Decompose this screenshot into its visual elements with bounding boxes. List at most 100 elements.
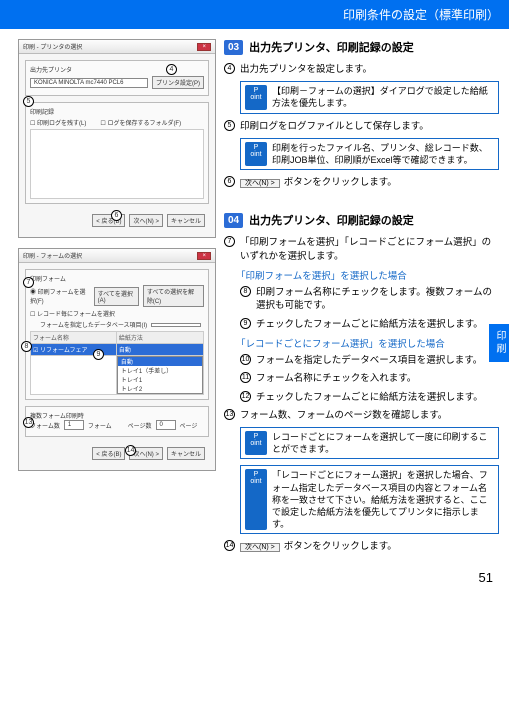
step-text: 印刷ログをログファイルとして保存します。 <box>240 120 499 133</box>
marker: 11 <box>240 372 251 383</box>
marker: 5 <box>224 120 235 131</box>
group-label: 印刷フォーム <box>30 274 204 283</box>
marker-13: 13 <box>23 417 34 428</box>
select-all-button[interactable]: すべてを選択(A) <box>94 287 139 306</box>
db-item-label: フォームを指定したデータベース項目(I) <box>40 320 147 329</box>
step-text: フォーム名称にチェックを入れます。 <box>256 372 499 385</box>
check-per-record[interactable]: ☐ レコード毎にフォームを選択 <box>30 309 115 318</box>
point-box: Point レコードごとにフォームを選択して一度に印刷することができます。 <box>240 427 499 459</box>
page-count: 0 <box>156 420 176 430</box>
point-icon: Point <box>245 469 267 530</box>
section-title: 出力先プリンタ、印刷記録の設定 <box>249 39 414 55</box>
marker: 8 <box>240 286 251 297</box>
section-title: 出力先プリンタ、印刷記録の設定 <box>249 212 414 228</box>
right-column: 03 出力先プリンタ、印刷記録の設定 4 出力先プリンタを設定します。 Point… <box>224 39 499 558</box>
group-label: 印刷記録 <box>30 107 204 116</box>
page-number: 51 <box>0 564 509 595</box>
step-text: 次へ(N) >ボタンをクリックします。 <box>240 176 499 189</box>
sub-head: 「印刷フォームを選択」を選択した場合 <box>236 268 499 282</box>
point-text: レコードごとにフォームを選択して一度に印刷することができます。 <box>272 431 494 455</box>
point-box: Point 印刷を行ったファイル名、プリンタ、総レコード数、印刷JOB単位、印刷… <box>240 138 499 170</box>
dialog-form-select: 7 8 9 13 14 印刷 - フォームの選択 × 印刷フォーム ◉ 印刷フォ… <box>18 248 216 471</box>
dialog-title: 印刷 - フォームの選択 <box>23 251 82 260</box>
step-text: フォーム数、フォームのページ数を確認します。 <box>240 409 499 422</box>
th-feed: 給紙方法 <box>116 332 203 344</box>
form-table: フォーム名称給紙方法 ☑ リフォームフェア自動 自動 トレイ1（手差し） トレイ… <box>30 331 204 395</box>
point-text: 「レコードごとにフォーム選択」を選択した場合、フォーム指定したデータベース項目の… <box>272 469 494 530</box>
point-box: Point 【印刷－フォームの選択】ダイアログで設定した給紙方法を優先します。 <box>240 81 499 113</box>
th-form-name: フォーム名称 <box>31 332 117 344</box>
marker: 4 <box>224 63 235 74</box>
deselect-all-button[interactable]: すべての選択を解除(C) <box>143 285 204 307</box>
inline-next-button: 次へ(N) > <box>240 179 280 188</box>
dropdown-item[interactable]: 自動 <box>118 357 202 366</box>
step-text: 出力先プリンタを設定します。 <box>240 63 499 76</box>
step-text: 次へ(N) >ボタンをクリックします。 <box>240 540 499 553</box>
marker: 10 <box>240 354 251 365</box>
section-num: 04 <box>224 213 243 228</box>
printer-combo[interactable]: KONICA MINOLTA mc7440 PCL6 <box>30 78 148 88</box>
left-column: 4 5 6 印刷 - プリンタの選択 × 出力先プリンタ KONICA MINO… <box>18 39 216 558</box>
sub-head: 「レコードごとにフォーム選択」を選択した場合 <box>236 336 499 350</box>
content-area: 4 5 6 印刷 - プリンタの選択 × 出力先プリンタ KONICA MINO… <box>0 29 509 564</box>
point-box: Point 「レコードごとにフォーム選択」を選択した場合、フォーム指定したデータ… <box>240 465 499 534</box>
point-icon: Point <box>245 142 267 166</box>
label: ページ <box>180 421 198 430</box>
marker-7: 7 <box>23 277 34 288</box>
db-item-combo[interactable] <box>151 323 201 327</box>
marker-9: 9 <box>93 349 104 360</box>
point-icon: Point <box>245 85 267 109</box>
marker: 14 <box>224 540 235 551</box>
feed-dropdown[interactable]: 自動 トレイ1（手差し） トレイ1 トレイ2 <box>117 356 203 394</box>
inline-next-button: 次へ(N) > <box>240 543 280 552</box>
close-icon[interactable]: × <box>197 43 211 51</box>
dropdown-item[interactable]: トレイ2 <box>118 384 202 393</box>
dialog-titlebar: 印刷 - プリンタの選択 × <box>19 40 215 54</box>
marker: 13 <box>224 409 235 420</box>
marker: 6 <box>224 176 235 187</box>
dialog-title: 印刷 - プリンタの選択 <box>23 42 82 51</box>
radio-select-forms[interactable]: ◉ 印刷フォームを選択(F) <box>30 287 90 305</box>
table-row[interactable]: ☑ リフォームフェア自動 <box>31 344 204 356</box>
section-03-head: 03 出力先プリンタ、印刷記録の設定 <box>224 39 499 55</box>
step-text: 印刷フォーム名称にチェックをします。複数フォームの選択も可能です。 <box>256 286 499 313</box>
dialog-printer-select: 4 5 6 印刷 - プリンタの選択 × 出力先プリンタ KONICA MINO… <box>18 39 216 238</box>
step-text: 「印刷フォームを選択」「レコードごとにフォーム選択」のいずれかを選択します。 <box>240 236 499 263</box>
marker-6: 6 <box>111 210 122 221</box>
marker: 9 <box>240 318 251 329</box>
section-04-head: 04 出力先プリンタ、印刷記録の設定 <box>224 212 499 228</box>
dialog-titlebar: 印刷 - フォームの選択 × <box>19 249 215 263</box>
cancel-button[interactable]: キャンセル <box>167 214 205 227</box>
form-count: 1 <box>64 420 84 430</box>
step-text: チェックしたフォームごとに給紙方法を選択します。 <box>256 391 499 404</box>
point-icon: Point <box>245 431 267 455</box>
back-button[interactable]: < 戻る(B) <box>92 447 125 460</box>
marker-8: 8 <box>21 341 32 352</box>
marker-4: 4 <box>166 64 177 75</box>
side-tab: 印刷 <box>489 324 509 362</box>
close-icon[interactable]: × <box>197 252 211 260</box>
page-header: 印刷条件の設定（標準印刷） <box>0 0 509 29</box>
step-text: チェックしたフォームごとに給紙方法を選択します。 <box>256 318 499 331</box>
group-label: 出力先プリンタ <box>30 65 204 74</box>
dropdown-item[interactable]: トレイ1 <box>118 375 202 384</box>
dropdown-item[interactable]: トレイ1（手差し） <box>118 366 202 375</box>
next-button[interactable]: 次へ(N) > <box>129 214 163 227</box>
marker: 7 <box>224 236 235 247</box>
point-text: 印刷を行ったファイル名、プリンタ、総レコード数、印刷JOB単位、印刷順がExce… <box>272 142 494 166</box>
printer-properties-button[interactable]: プリンタ設定(P) <box>152 76 204 89</box>
section-num: 03 <box>224 40 243 55</box>
label: フォーム <box>88 421 112 430</box>
table-row: 自動 トレイ1（手差し） トレイ1 トレイ2 <box>31 356 204 395</box>
label: フォーム数 <box>30 421 60 430</box>
marker-14: 14 <box>125 445 136 456</box>
check-label[interactable]: ☐ ログを保存するフォルダ(F) <box>100 118 181 127</box>
check-label[interactable]: ☐ 印刷ログを残す(L) <box>30 118 86 127</box>
point-text: 【印刷－フォームの選択】ダイアログで設定した給紙方法を優先します。 <box>272 85 494 109</box>
step-text: フォームを指定したデータベース項目を選択します。 <box>256 354 499 367</box>
label: ページ数 <box>128 421 152 430</box>
group-label: 複数フォーム印刷時 <box>30 411 204 420</box>
log-path-box <box>30 129 204 199</box>
cancel-button[interactable]: キャンセル <box>167 447 205 460</box>
marker: 12 <box>240 391 251 402</box>
